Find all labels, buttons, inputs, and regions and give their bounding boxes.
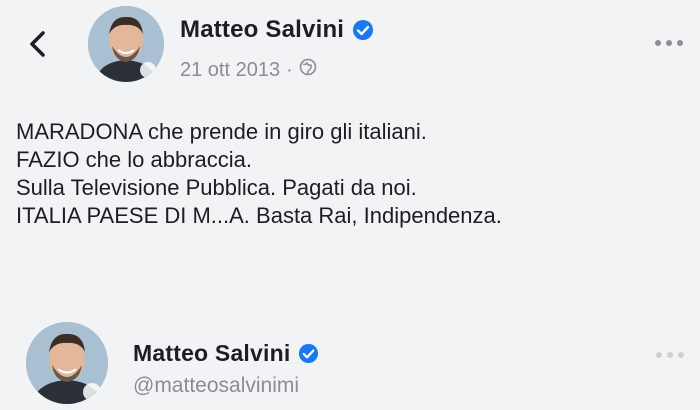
post-text: MARADONA che prende in giro gli italiani… — [16, 118, 502, 230]
profile-card-name[interactable]: Matteo Salvini — [133, 340, 290, 367]
chevron-left-icon — [30, 31, 45, 57]
globe-icon — [299, 58, 317, 82]
post-text-line: MARADONA che prende in giro gli italiani… — [16, 119, 427, 144]
profile-photo — [88, 6, 164, 82]
profile-card-avatar[interactable] — [26, 322, 108, 404]
more-options-icon[interactable] — [655, 40, 683, 46]
author-name-row[interactable]: Matteo Salvini — [180, 16, 374, 44]
post-date[interactable]: 21 ott 2013 — [180, 59, 280, 82]
meta-separator: · — [286, 58, 293, 81]
verified-badge-icon — [352, 19, 374, 41]
post-text-line: FAZIO che lo abbraccia. — [16, 147, 252, 172]
profile-card-handle[interactable]: @matteosalvinimi — [133, 374, 299, 398]
post-text-line: Sulla Televisione Pubblica. Pagati da no… — [16, 175, 417, 200]
verified-badge-icon — [298, 343, 319, 364]
profile-photo — [26, 322, 108, 404]
post-meta: 21 ott 2013 · — [180, 58, 317, 82]
avatar[interactable] — [88, 6, 164, 82]
author-name[interactable]: Matteo Salvini — [180, 16, 344, 44]
post-text-line: ITALIA PAESE DI M...A. Basta Rai, Indipe… — [16, 203, 502, 228]
back-button[interactable] — [22, 24, 52, 64]
more-options-icon[interactable] — [656, 352, 684, 358]
profile-card-name-row[interactable]: Matteo Salvini — [133, 340, 319, 367]
